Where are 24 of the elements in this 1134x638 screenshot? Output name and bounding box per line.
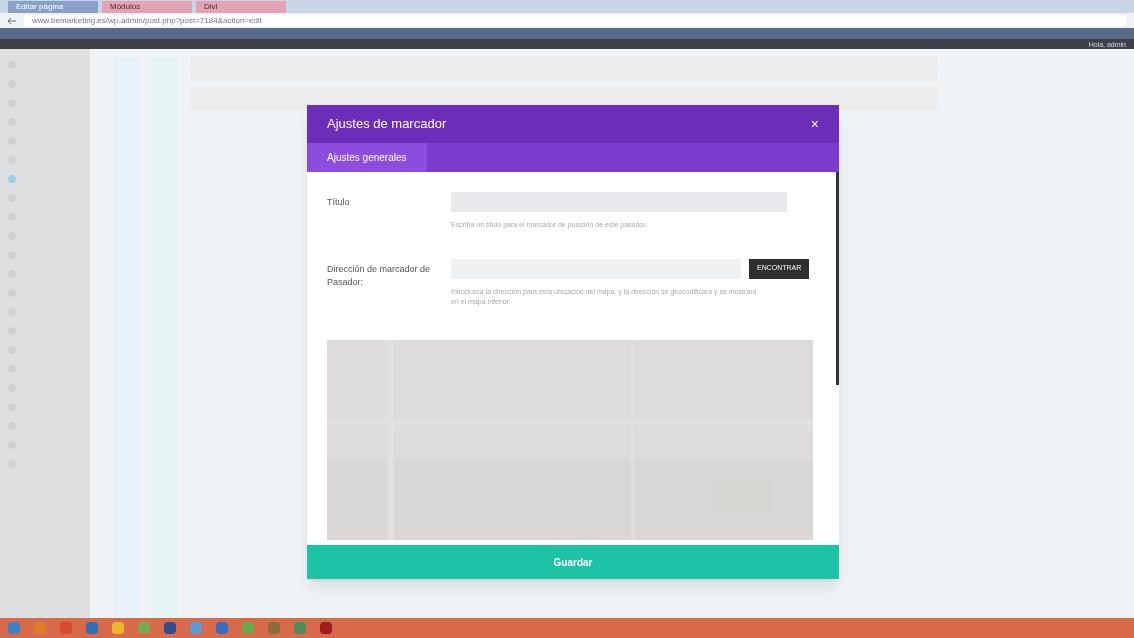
title-field[interactable] (451, 192, 787, 212)
field-label: Dirección de marcador de Pasador: (327, 262, 432, 289)
modal-tab[interactable]: Ajustes generales (307, 143, 427, 172)
app-icon[interactable] (268, 622, 280, 634)
app-icon[interactable] (216, 622, 228, 634)
app-icon[interactable] (294, 622, 306, 634)
app-icon[interactable] (112, 622, 124, 634)
app-icon[interactable] (190, 622, 202, 634)
field-label: Título (327, 196, 351, 209)
app-icon[interactable] (164, 622, 176, 634)
modal-title: Ajustes de marcador (327, 115, 447, 134)
app-icon[interactable] (138, 622, 150, 634)
app-icon[interactable] (86, 622, 98, 634)
close-button[interactable]: × (810, 117, 819, 131)
url-field[interactable]: www.bemarketing.es/wp-admin/post.php?post=7184&action=edit (24, 15, 1126, 26)
browser-tab[interactable]: Divi (196, 1, 286, 13)
app-icon[interactable] (34, 622, 46, 634)
app-icon[interactable] (60, 622, 72, 634)
app-icon[interactable] (242, 622, 254, 634)
back-icon[interactable] (8, 17, 16, 24)
app-icon[interactable] (8, 622, 20, 634)
browser-tab[interactable]: Módulos (102, 1, 192, 13)
app-icon[interactable] (320, 622, 332, 634)
menu-item-icon[interactable] (8, 175, 16, 183)
